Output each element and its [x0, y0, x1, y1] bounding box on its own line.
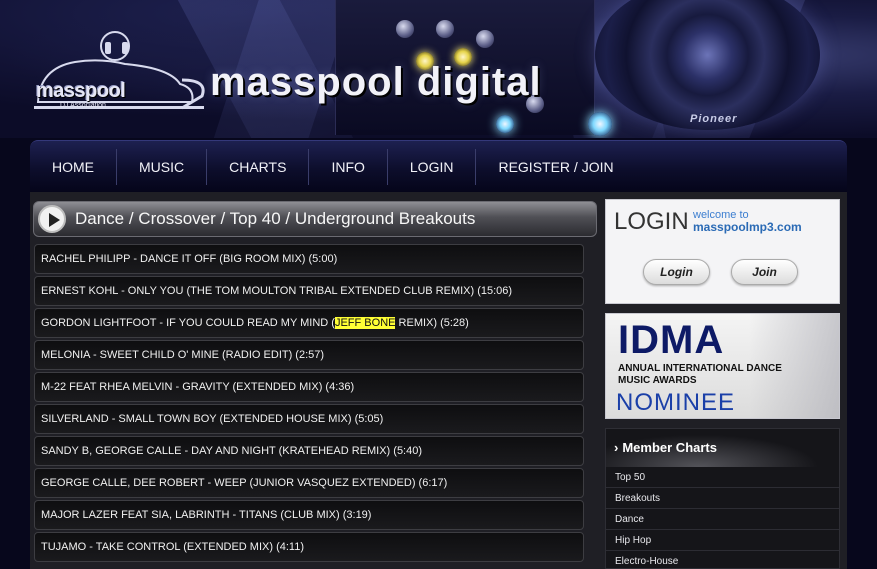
track-list: RACHEL PHILIPP - DANCE IT OFF (BIG ROOM … [34, 244, 584, 564]
track-item[interactable]: RACHEL PHILIPP - DANCE IT OFF (BIG ROOM … [34, 244, 584, 274]
pioneer-brand-mark: Pioneer [690, 113, 738, 125]
mixer-knob [496, 115, 514, 133]
chevron-right-icon: › [614, 440, 619, 455]
logo-subtitle: DJ Association [60, 102, 106, 109]
idma-logo: IDMA [618, 318, 725, 362]
logo-wordmark: masspool [36, 80, 126, 102]
nav-info[interactable]: INFO [309, 148, 388, 185]
idma-nominee-badge[interactable]: IDMA ANNUAL INTERNATIONAL DANCE MUSIC AW… [605, 313, 840, 419]
chart-link-hip-hop[interactable]: Hip Hop [606, 530, 839, 551]
chart-link-electro-house[interactable]: Electro-House [606, 551, 839, 569]
chart-link-top-50[interactable]: Top 50 [606, 467, 839, 488]
nav-login[interactable]: LOGIN [388, 148, 477, 185]
join-button[interactable]: Join [731, 259, 798, 285]
track-item[interactable]: ERNEST KOHL - ONLY YOU (THE TOM MOULTON … [34, 276, 584, 306]
main-content: Dance / Crossover / Top 40 / Underground… [30, 192, 847, 569]
track-item[interactable]: GEORGE CALLE, DEE ROBERT - WEEP (JUNIOR … [34, 468, 584, 498]
site-domain: masspoolmp3.com [693, 220, 802, 234]
track-item[interactable]: M-22 FEAT RHEA MELVIN - GRAVITY (EXTENDE… [34, 372, 584, 402]
mixer-knob [476, 30, 494, 48]
track-item[interactable]: MELONIA - SWEET CHILD O' MINE (RADIO EDI… [34, 340, 584, 370]
section-header: Dance / Crossover / Top 40 / Underground… [33, 201, 597, 237]
chart-link-breakouts[interactable]: Breakouts [606, 488, 839, 509]
masspool-logo[interactable]: masspool DJ Association [30, 28, 215, 114]
track-item[interactable]: GORDON LIGHTFOOT - IF YOU COULD READ MY … [34, 308, 584, 338]
welcome-text: welcome to masspoolmp3.com [693, 209, 802, 234]
track-text: GORDON LIGHTFOOT - IF YOU COULD READ MY … [41, 317, 335, 329]
site-title: masspool digital [210, 60, 542, 104]
mixer-knob [396, 20, 414, 38]
site-header: Pioneer masspool DJ Association masspool… [0, 0, 877, 138]
chart-link-dance[interactable]: Dance [606, 509, 839, 530]
nav-home[interactable]: HOME [30, 148, 117, 185]
track-item[interactable]: MAJOR LAZER FEAT SIA, LABRINTH - TITANS … [34, 500, 584, 530]
main-nav: HOME MUSIC CHARTS INFO LOGIN REGISTER / … [30, 140, 847, 192]
nav-music[interactable]: MUSIC [117, 148, 208, 185]
track-item[interactable]: SILVERLAND - SMALL TOWN BOY (EXTENDED HO… [34, 404, 584, 434]
idma-line: ANNUAL INTERNATIONAL DANCE [618, 363, 782, 374]
login-panel: LOGIN welcome to masspoolmp3.com Login J… [605, 199, 840, 304]
highlighted-text: JEFF BONE [334, 317, 396, 329]
idma-line: MUSIC AWARDS [618, 375, 697, 386]
login-title: LOGIN [614, 208, 689, 235]
nav-register-join[interactable]: REGISTER / JOIN [476, 149, 635, 185]
idma-nominee-text: NOMINEE [616, 389, 736, 416]
track-text: REMIX) (5:28) [395, 317, 469, 329]
play-icon[interactable] [38, 205, 66, 233]
mixer-knob [436, 20, 454, 38]
track-item[interactable]: TUJAMO - TAKE CONTROL (EXTENDED MIX) (4:… [34, 532, 584, 562]
member-charts-title: Member Charts [622, 440, 717, 455]
login-button[interactable]: Login [643, 259, 710, 285]
cue-button-graphic [588, 112, 612, 136]
section-title: Dance / Crossover / Top 40 / Underground… [75, 209, 476, 228]
nav-charts[interactable]: CHARTS [207, 148, 310, 185]
member-charts-heading: › Member Charts [606, 429, 839, 467]
idma-subtitle: ANNUAL INTERNATIONAL DANCE MUSIC AWARDS [618, 363, 782, 387]
member-charts-panel: › Member Charts Top 50 Breakouts Dance Hi… [605, 428, 840, 569]
track-item[interactable]: SANDY B, GEORGE CALLE - DAY AND NIGHT (K… [34, 436, 584, 466]
